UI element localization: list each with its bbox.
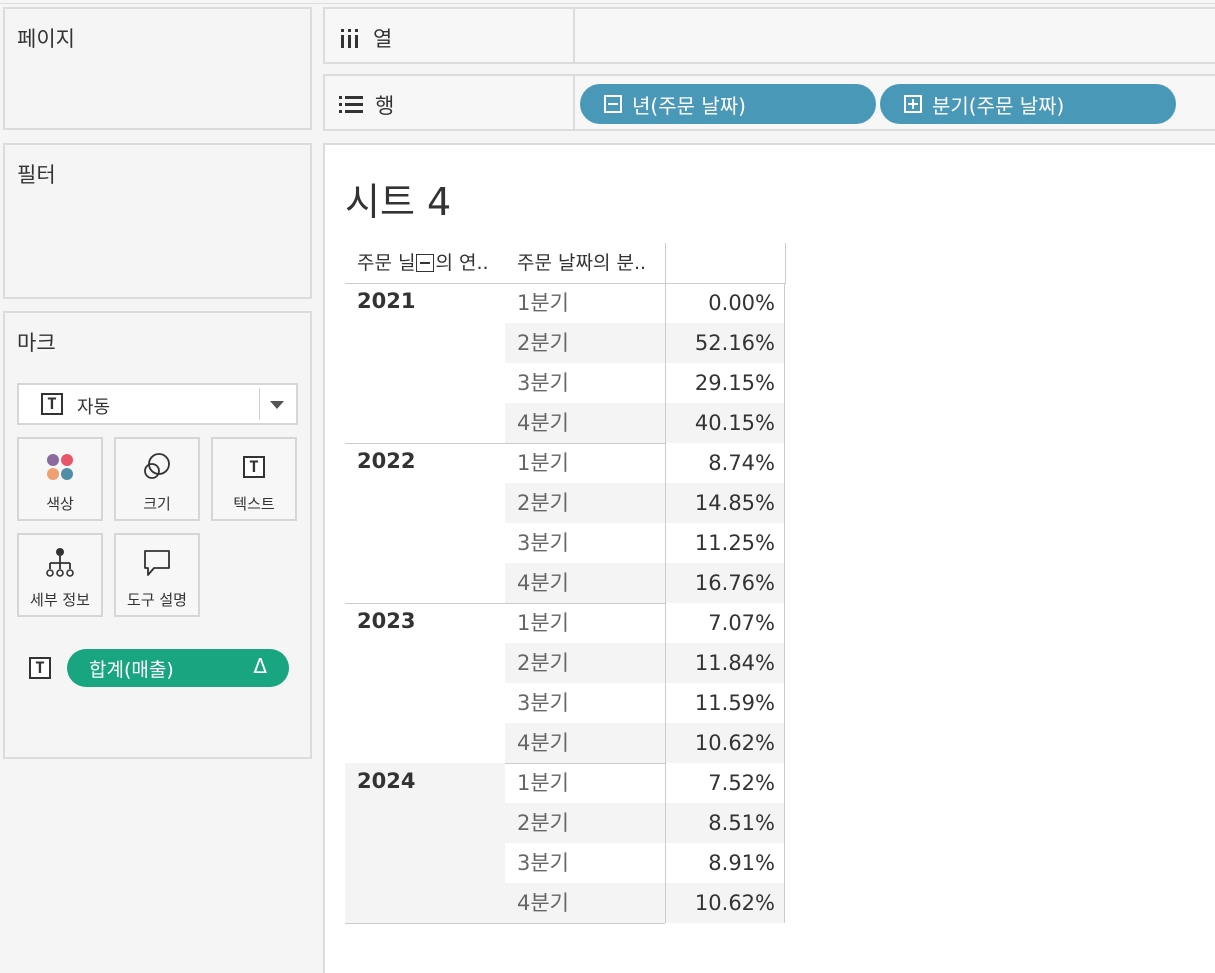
- detail-label: 세부 정보: [30, 591, 90, 609]
- quarter-cell[interactable]: 4분기: [505, 403, 665, 443]
- color-label: 색상: [46, 495, 74, 513]
- value-cell[interactable]: 10.62%: [665, 723, 785, 763]
- text-button[interactable]: T 텍스트: [211, 437, 297, 521]
- text-field-icon[interactable]: T: [29, 657, 51, 679]
- speech-bubble-icon: [116, 547, 198, 579]
- quarter-cell[interactable]: 4분기: [505, 563, 665, 603]
- value-cell[interactable]: 11.25%: [665, 523, 785, 563]
- columns-shelf-label: 열: [339, 23, 392, 53]
- quarter-cell[interactable]: 3분기: [505, 363, 665, 403]
- columns-label: 열: [373, 27, 393, 51]
- color-button[interactable]: 색상: [17, 437, 103, 521]
- expand-icon[interactable]: [904, 95, 922, 113]
- header-divider: [785, 243, 786, 283]
- quarter-cell[interactable]: 4분기: [505, 883, 665, 923]
- year-cell[interactable]: 2021: [345, 283, 505, 443]
- rows-shelf[interactable]: 행 년(주문 날짜) 분기(주문 날짜): [323, 74, 1215, 131]
- value-cell[interactable]: 52.16%: [665, 323, 785, 363]
- pages-title: 페이지: [17, 27, 75, 51]
- columns-shelf[interactable]: 열: [323, 7, 1215, 64]
- quarter-cell[interactable]: 2분기: [505, 803, 665, 843]
- text-label: 텍스트: [233, 495, 275, 513]
- pane-divider: [665, 283, 666, 923]
- marks-title: 마크: [17, 331, 56, 355]
- chevron-down-icon[interactable]: [270, 401, 284, 409]
- pages-card[interactable]: 페이지: [3, 7, 312, 130]
- year-cell[interactable]: 2024: [345, 763, 505, 923]
- value-cell[interactable]: 14.85%: [665, 483, 785, 523]
- value-cell[interactable]: 40.15%: [665, 403, 785, 443]
- shelf-divider: [573, 9, 575, 62]
- size-circles-icon: [116, 451, 198, 483]
- value-cell[interactable]: 8.74%: [665, 443, 785, 483]
- text-mark-icon: T: [41, 393, 63, 415]
- quarter-cell[interactable]: 2분기: [505, 323, 665, 363]
- header-divider: [665, 243, 666, 283]
- detail-button[interactable]: 세부 정보: [17, 533, 103, 617]
- color-palette-icon: [19, 451, 101, 483]
- value-cell[interactable]: 29.15%: [665, 363, 785, 403]
- year-pill-label: 년(주문 날짜): [632, 93, 746, 118]
- value-cell[interactable]: 16.76%: [665, 563, 785, 603]
- quarter-cell[interactable]: 4분기: [505, 723, 665, 763]
- quarter-cell[interactable]: 2분기: [505, 643, 665, 683]
- year-cell[interactable]: 2023: [345, 603, 505, 763]
- value-cell[interactable]: 11.84%: [665, 643, 785, 683]
- quarter-column-header[interactable]: 주문 날짜의 분..: [517, 243, 667, 283]
- dropdown-divider: [259, 388, 260, 420]
- sum-sales-pill[interactable]: 합계(매출) Δ: [67, 649, 289, 687]
- collapse-header-icon[interactable]: [416, 254, 435, 272]
- value-cell[interactable]: 7.07%: [665, 603, 785, 643]
- quarter-cell[interactable]: 2분기: [505, 483, 665, 523]
- top-line: [345, 283, 785, 284]
- value-cell[interactable]: 8.91%: [665, 843, 785, 883]
- top-strip: [0, 0, 1215, 4]
- text-icon: T: [213, 451, 295, 483]
- header-bottom-line: [785, 283, 786, 284]
- value-cell[interactable]: 10.62%: [665, 883, 785, 923]
- value-cell[interactable]: 7.52%: [665, 763, 785, 803]
- columns-icon: [341, 29, 358, 48]
- filters-title: 필터: [17, 163, 56, 187]
- tooltip-label: 도구 설명: [127, 591, 187, 609]
- year-separator: [345, 923, 665, 924]
- mark-type-label: 자동: [77, 397, 111, 418]
- value-cell[interactable]: 11.59%: [665, 683, 785, 723]
- worksheet-view: 시트 4 주문 닐의 연.. 주문 날짜의 분.. 2021 1분기 0.00% 2분기 5…: [323, 143, 1215, 973]
- hierarchy-icon: [19, 547, 101, 579]
- quarter-cell[interactable]: 1분기: [505, 603, 665, 643]
- sum-sales-label: 합계(매출): [89, 659, 174, 681]
- rows-shelf-label: 행: [339, 90, 394, 120]
- filters-card[interactable]: 필터: [3, 143, 312, 299]
- value-cell[interactable]: 8.51%: [665, 803, 785, 843]
- collapse-icon[interactable]: [604, 95, 622, 113]
- marks-card: 마크 T 자동 색상 크기 T 텍스트 세부 정보 도구 설명 T 합계(매출)…: [3, 311, 312, 759]
- rows-label: 행: [375, 94, 395, 118]
- quarter-cell[interactable]: 3분기: [505, 843, 665, 883]
- year-order-date-pill[interactable]: 년(주문 날짜): [580, 84, 876, 124]
- tooltip-button[interactable]: 도구 설명: [114, 533, 200, 617]
- year-cell[interactable]: 2022: [345, 443, 505, 603]
- quarter-cell[interactable]: 1분기: [505, 443, 665, 483]
- mark-type-dropdown[interactable]: T 자동: [17, 383, 298, 425]
- table-calc-delta-icon: Δ: [253, 654, 267, 678]
- quarter-cell[interactable]: 1분기: [505, 763, 665, 803]
- value-cell[interactable]: 0.00%: [665, 283, 785, 323]
- quarter-pill-label: 분기(주문 날짜): [932, 93, 1065, 118]
- rows-icon: [339, 96, 363, 113]
- quarter-cell[interactable]: 3분기: [505, 523, 665, 563]
- year-column-header[interactable]: 주문 닐의 연..: [357, 243, 507, 283]
- size-button[interactable]: 크기: [114, 437, 200, 521]
- size-label: 크기: [143, 495, 171, 513]
- sheet-title: 시트 4: [345, 180, 452, 224]
- shelf-divider: [573, 76, 575, 129]
- quarter-order-date-pill[interactable]: 분기(주문 날짜): [880, 84, 1176, 124]
- quarter-cell[interactable]: 1분기: [505, 283, 665, 323]
- quarter-cell[interactable]: 3분기: [505, 683, 665, 723]
